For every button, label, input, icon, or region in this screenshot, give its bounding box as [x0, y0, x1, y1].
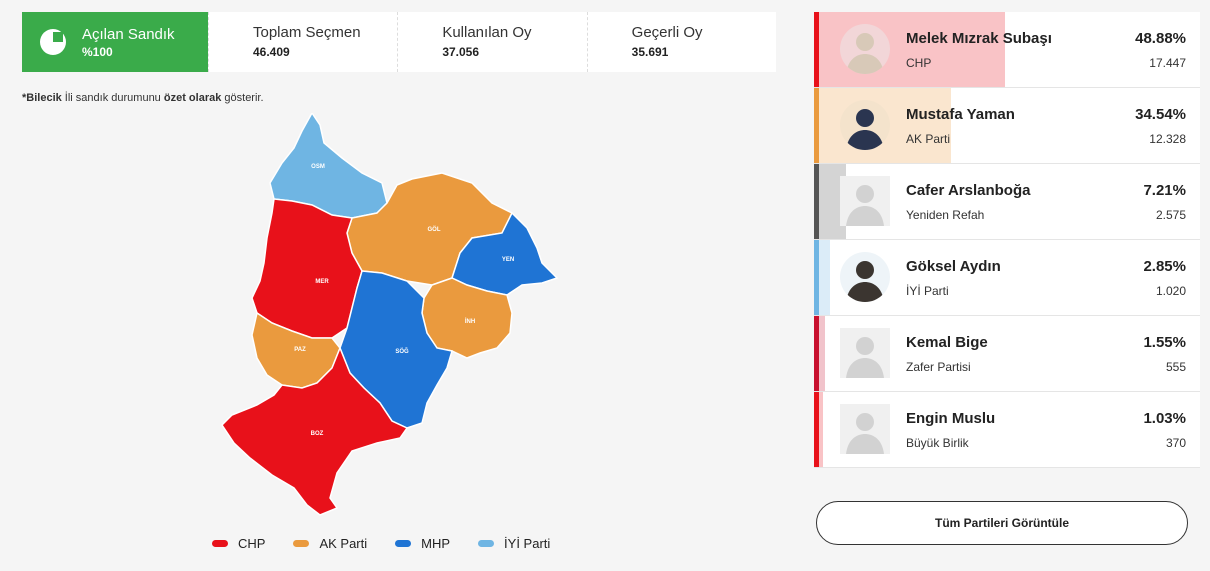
district-label: PAZ — [294, 347, 306, 353]
stat-value: 46.409 — [253, 45, 290, 59]
candidate-percent: 48.88% — [1135, 30, 1186, 47]
stat-label: Toplam Seçmen — [253, 24, 361, 41]
candidate-percent: 7.21% — [1143, 182, 1186, 199]
candidate-name: Cafer Arslanboğa — [906, 182, 1031, 199]
legend-label: CHP — [238, 536, 266, 551]
legend-swatch — [293, 540, 310, 547]
summary-bar: Açılan Sandık %100 Toplam Seçmen 46.409 … — [22, 12, 776, 72]
candidate-row[interactable]: Melek Mızrak Subaşı CHP 48.88% 17.447 — [814, 12, 1200, 88]
vote-share-fill — [819, 240, 830, 315]
candidate-row[interactable]: Mustafa Yaman AK Parti 34.54% 12.328 — [814, 88, 1200, 164]
district-label: GÖL — [428, 226, 441, 233]
district-label: MER — [315, 279, 329, 285]
map-legend: CHP AK Parti MHP İYİ Parti — [212, 536, 550, 551]
district-mer[interactable] — [251, 198, 363, 339]
candidate-votes: 555 — [1165, 360, 1186, 374]
district-map-svg: OSM GÖL YEN MER İNH PAZ SÖĞ BOZ — [221, 111, 559, 516]
district-label: BOZ — [311, 431, 324, 437]
candidate-party: Büyük Birlik — [906, 436, 969, 450]
candidate-row[interactable]: Kemal Bige Zafer Partisi 1.55% 555 — [814, 316, 1200, 392]
candidate-votes: 2.575 — [1155, 208, 1186, 222]
candidate-photo — [840, 328, 890, 378]
candidate-party: CHP — [906, 56, 932, 70]
legend-item-akp: AK Parti — [293, 536, 367, 551]
view-all-parties-button[interactable]: Tüm Partileri Görüntüle — [816, 501, 1188, 545]
candidate-row[interactable]: Cafer Arslanboğa Yeniden Refah 7.21% 2.5… — [814, 164, 1200, 240]
candidate-votes: 17.447 — [1149, 56, 1186, 70]
legend-label: İYİ Parti — [504, 536, 551, 551]
candidate-party: AK Parti — [906, 132, 951, 146]
candidate-photo — [840, 176, 890, 226]
candidate-name: Engin Muslu — [906, 410, 996, 427]
stat-value: 35.691 — [631, 45, 669, 59]
candidate-photo — [840, 252, 890, 302]
candidate-row[interactable]: Göksel Aydın İYİ Parti 2.85% 1.020 — [814, 240, 1200, 316]
legend-item-iyi: İYİ Parti — [478, 536, 550, 551]
candidate-row[interactable]: Engin Muslu Büyük Birlik 1.03% 370 — [814, 392, 1200, 468]
map-note: *Bilecik İli sandık durumunu özet olarak… — [22, 92, 264, 104]
legend-item-chp: CHP — [212, 536, 265, 551]
note-text: İli sandık durumunu — [61, 92, 164, 104]
candidate-party: İYİ Parti — [906, 284, 949, 298]
district-label: İNH — [465, 318, 475, 325]
candidate-votes: 1.020 — [1155, 284, 1186, 298]
map-panel: Açılan Sandık %100 Toplam Seçmen 46.409 … — [12, 8, 794, 566]
vote-share-fill — [819, 392, 823, 467]
candidate-photo — [840, 100, 890, 150]
stat-valid-votes: Geçerli Oy 35.691 — [586, 12, 776, 72]
district-label: YEN — [502, 257, 514, 263]
candidate-percent: 2.85% — [1143, 258, 1186, 275]
legend-swatch — [212, 540, 228, 547]
stat-label: Geçerli Oy — [631, 24, 703, 41]
candidate-name: Mustafa Yaman — [906, 106, 1015, 123]
stat-label: Kullanılan Oy — [442, 24, 532, 41]
stat-votes-cast: Kullanılan Oy 37.056 — [397, 12, 586, 72]
pie-chart-icon — [40, 29, 66, 55]
legend-swatch — [395, 540, 412, 547]
candidate-list: Melek Mızrak Subaşı CHP 48.88% 17.447 Mu… — [814, 12, 1200, 468]
legend-label: AK Parti — [319, 536, 368, 551]
district-label: SÖĞ — [395, 347, 409, 355]
opened-label: Açılan Sandık — [82, 25, 175, 43]
opened-ballot-box: Açılan Sandık %100 — [22, 12, 208, 72]
legend-item-mhp: MHP — [395, 536, 450, 551]
candidate-party: Zafer Partisi — [906, 360, 971, 374]
candidate-name: Melek Mızrak Subaşı — [906, 30, 1052, 47]
candidate-percent: 34.54% — [1135, 106, 1186, 123]
candidate-votes: 370 — [1165, 436, 1186, 450]
stat-value: 37.056 — [442, 45, 480, 59]
legend-swatch — [478, 540, 495, 547]
candidate-name: Göksel Aydın — [906, 258, 1001, 275]
candidate-photo — [840, 24, 890, 74]
candidate-photo — [840, 404, 890, 454]
note-province: *Bilecik — [22, 92, 62, 104]
candidate-votes: 12.328 — [1149, 132, 1186, 146]
vote-share-fill — [819, 316, 825, 391]
candidate-percent: 1.55% — [1143, 334, 1186, 351]
note-emphasis: özet olarak — [163, 92, 222, 104]
note-text-end: gösterir. — [221, 92, 264, 104]
stat-total-voters: Toplam Seçmen 46.409 — [208, 12, 397, 72]
candidate-party: Yeniden Refah — [906, 208, 985, 222]
candidate-percent: 1.03% — [1143, 410, 1186, 427]
district-label: OSM — [311, 164, 325, 170]
candidate-name: Kemal Bige — [906, 334, 988, 351]
legend-label: MHP — [421, 536, 451, 551]
opened-value: %100 — [82, 44, 113, 59]
district-map: OSM GÖL YEN MER İNH PAZ SÖĞ BOZ — [212, 111, 572, 523]
